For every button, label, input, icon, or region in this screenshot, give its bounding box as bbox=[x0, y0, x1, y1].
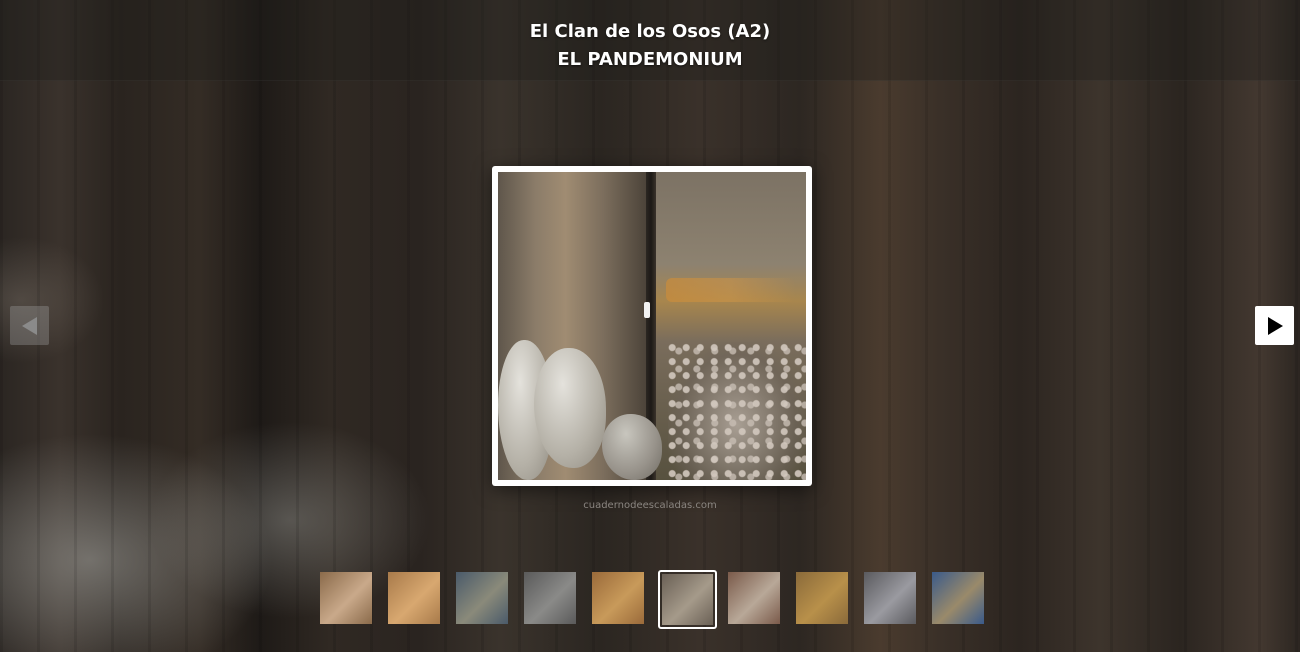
thumbnail-8[interactable] bbox=[796, 572, 848, 624]
thumbnail-image bbox=[864, 572, 916, 624]
thumbnail-image bbox=[728, 572, 780, 624]
crag-title: El Clan de los Osos (A2) bbox=[529, 21, 771, 42]
thumbnail-image bbox=[592, 572, 644, 624]
thumbnail-6[interactable] bbox=[658, 570, 717, 629]
triangle-left-icon bbox=[21, 316, 37, 335]
thumbnail-1[interactable] bbox=[320, 572, 372, 624]
thumbnail-image bbox=[320, 572, 372, 624]
thumbnail-image bbox=[662, 574, 713, 625]
route-photo bbox=[498, 172, 806, 480]
main-photo-frame[interactable] bbox=[492, 166, 812, 486]
thumbnail-10[interactable] bbox=[932, 572, 984, 624]
thumbnail-4[interactable] bbox=[524, 572, 576, 624]
previous-button[interactable] bbox=[10, 306, 49, 345]
thumbnail-3[interactable] bbox=[456, 572, 508, 624]
climber-figure bbox=[644, 302, 650, 318]
thumbnail-image bbox=[388, 572, 440, 624]
next-button[interactable] bbox=[1255, 306, 1294, 345]
thumbnail-9[interactable] bbox=[864, 572, 916, 624]
header-bar: El Clan de los Osos (A2) EL PANDEMONIUM bbox=[0, 0, 1300, 81]
triangle-right-icon bbox=[1267, 316, 1283, 335]
route-title: EL PANDEMONIUM bbox=[557, 49, 743, 70]
thumbnail-image bbox=[456, 572, 508, 624]
thumbnail-image bbox=[796, 572, 848, 624]
thumbnail-7[interactable] bbox=[728, 572, 780, 624]
thumbnail-5[interactable] bbox=[592, 572, 644, 624]
photo-credit: cuadernodeescaladas.com bbox=[583, 500, 717, 511]
thumbnail-2[interactable] bbox=[388, 572, 440, 624]
thumbnail-image bbox=[932, 572, 984, 624]
thumbnail-image bbox=[524, 572, 576, 624]
